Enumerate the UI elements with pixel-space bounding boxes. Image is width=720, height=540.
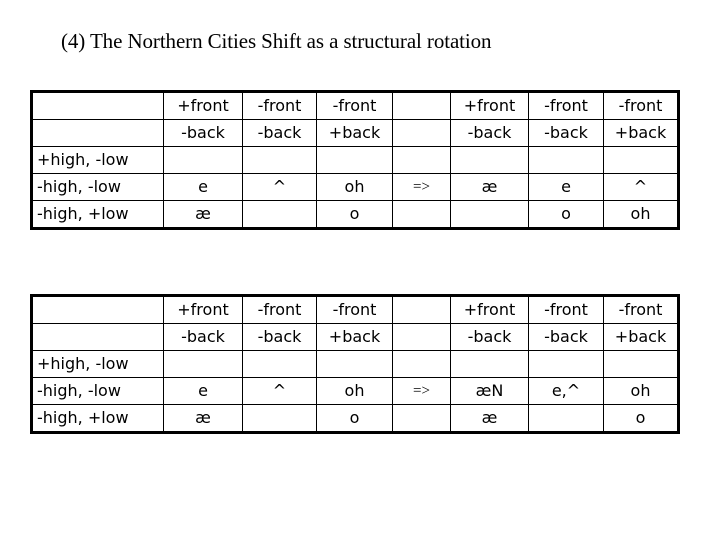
row-label: +high, -low bbox=[31, 146, 164, 174]
arrow-cell: => bbox=[392, 377, 451, 405]
header-row-back: -back -back +back -back -back +back bbox=[31, 119, 679, 147]
shift-table-before-after-1: +front -front -front +front -front -fron… bbox=[30, 90, 680, 230]
vowel-cell: e bbox=[528, 173, 604, 201]
row-label: -high, +low bbox=[31, 404, 164, 433]
header-cell: +back bbox=[316, 119, 393, 147]
header-cell: -front bbox=[316, 295, 393, 324]
header-cell: +back bbox=[603, 119, 679, 147]
table-row: -high, +low æ o æ o bbox=[31, 404, 679, 433]
arrow-cell bbox=[392, 146, 451, 174]
table-row: -high, -low e ^ oh => æ e ^ bbox=[31, 173, 679, 201]
vowel-cell: ^ bbox=[242, 377, 317, 405]
header-cell: +back bbox=[603, 323, 679, 351]
vowel-cell: e,^ bbox=[528, 377, 604, 405]
header-cell: +back bbox=[316, 323, 393, 351]
header-cell: -front bbox=[603, 91, 679, 120]
header-cell bbox=[31, 295, 164, 324]
vowel-cell: e bbox=[163, 173, 243, 201]
header-cell: -front bbox=[242, 91, 317, 120]
vowel-cell: o bbox=[603, 404, 679, 433]
header-cell bbox=[392, 295, 451, 324]
vowel-cell bbox=[242, 404, 317, 433]
shift-table-before-after-2: +front -front -front +front -front -fron… bbox=[30, 294, 680, 434]
table-row: +high, -low bbox=[31, 146, 679, 174]
arrow-cell bbox=[392, 200, 451, 229]
header-cell: +front bbox=[163, 91, 243, 120]
header-cell: -back bbox=[450, 323, 529, 351]
vowel-cell bbox=[316, 350, 393, 378]
vowel-cell: oh bbox=[316, 377, 393, 405]
header-cell: -back bbox=[163, 119, 243, 147]
header-cell bbox=[31, 91, 164, 120]
header-row-front: +front -front -front +front -front -fron… bbox=[31, 91, 679, 120]
vowel-cell: o bbox=[316, 200, 393, 229]
table-row: -high, +low æ o o oh bbox=[31, 200, 679, 229]
vowel-cell bbox=[528, 146, 604, 174]
vowel-cell bbox=[603, 146, 679, 174]
header-cell: -front bbox=[603, 295, 679, 324]
header-row-back: -back -back +back -back -back +back bbox=[31, 323, 679, 351]
header-cell: -front bbox=[316, 91, 393, 120]
row-label: +high, -low bbox=[31, 350, 164, 378]
vowel-cell: oh bbox=[603, 377, 679, 405]
arrow-cell bbox=[392, 350, 451, 378]
vowel-cell bbox=[450, 200, 529, 229]
header-cell: -back bbox=[163, 323, 243, 351]
header-cell: -back bbox=[242, 119, 317, 147]
table-row: +high, -low bbox=[31, 350, 679, 378]
vowel-cell: o bbox=[316, 404, 393, 433]
header-cell: -front bbox=[528, 91, 604, 120]
arrow-cell: => bbox=[392, 173, 451, 201]
header-cell: -front bbox=[242, 295, 317, 324]
vowel-cell bbox=[242, 200, 317, 229]
vowel-cell bbox=[316, 146, 393, 174]
vowel-cell bbox=[603, 350, 679, 378]
header-cell: -back bbox=[450, 119, 529, 147]
vowel-cell bbox=[163, 146, 243, 174]
header-row-front: +front -front -front +front -front -fron… bbox=[31, 295, 679, 324]
header-cell: -back bbox=[528, 119, 604, 147]
vowel-cell: æ bbox=[163, 200, 243, 229]
header-cell: -front bbox=[528, 295, 604, 324]
header-cell bbox=[31, 119, 164, 147]
row-label: -high, -low bbox=[31, 377, 164, 405]
vowel-cell bbox=[163, 350, 243, 378]
page-title: (4) The Northern Cities Shift as a struc… bbox=[61, 29, 492, 53]
vowel-cell: æ bbox=[450, 404, 529, 433]
vowel-cell bbox=[450, 146, 529, 174]
vowel-cell bbox=[242, 146, 317, 174]
vowel-cell: oh bbox=[603, 200, 679, 229]
vowel-cell: e bbox=[163, 377, 243, 405]
vowel-cell bbox=[242, 350, 317, 378]
vowel-cell: æ bbox=[450, 173, 529, 201]
vowel-cell bbox=[528, 404, 604, 433]
header-cell: +front bbox=[163, 295, 243, 324]
header-cell bbox=[392, 119, 451, 147]
header-cell: +front bbox=[450, 91, 529, 120]
vowel-cell: ^ bbox=[242, 173, 317, 201]
vowel-cell bbox=[450, 350, 529, 378]
header-cell bbox=[31, 323, 164, 351]
vowel-cell: o bbox=[528, 200, 604, 229]
arrow-cell bbox=[392, 404, 451, 433]
vowel-cell: ^ bbox=[603, 173, 679, 201]
vowel-cell bbox=[528, 350, 604, 378]
table-row: -high, -low e ^ oh => æN e,^ oh bbox=[31, 377, 679, 405]
header-cell: -back bbox=[242, 323, 317, 351]
header-cell bbox=[392, 91, 451, 120]
row-label: -high, +low bbox=[31, 200, 164, 229]
header-cell: +front bbox=[450, 295, 529, 324]
vowel-cell: æ bbox=[163, 404, 243, 433]
header-cell: -back bbox=[528, 323, 604, 351]
row-label: -high, -low bbox=[31, 173, 164, 201]
vowel-cell: æN bbox=[450, 377, 529, 405]
header-cell bbox=[392, 323, 451, 351]
vowel-cell: oh bbox=[316, 173, 393, 201]
